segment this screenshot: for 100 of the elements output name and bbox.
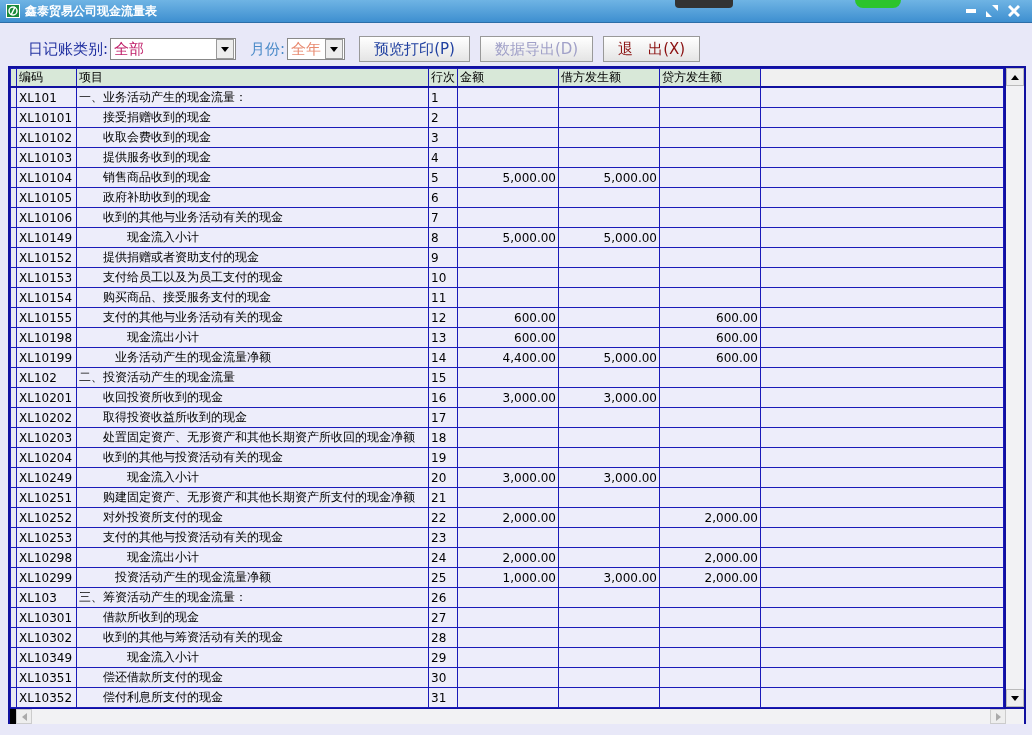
- line-number-cell: 29: [428, 647, 458, 668]
- item-cell: 现金流入小计: [76, 227, 429, 248]
- row-header-cell[interactable]: [10, 127, 17, 148]
- amount-cell: 2,000.00: [659, 567, 761, 588]
- row-header-cell[interactable]: [10, 687, 17, 708]
- row-header-cell[interactable]: [10, 87, 17, 108]
- item-cell: 处置固定资产、无形资产和其他长期资产所收回的现金净额: [76, 427, 429, 448]
- item-cell: 偿付利息所支付的现金: [76, 687, 429, 708]
- item-cell: 现金流出小计: [76, 327, 429, 348]
- line-number-cell: 6: [428, 187, 458, 208]
- row-header-cell[interactable]: [10, 307, 17, 328]
- line-number-cell: 21: [428, 487, 458, 508]
- code-cell: XL10152: [16, 247, 77, 268]
- toolbar-button[interactable]: 退 出(X): [603, 36, 701, 62]
- row-header-cell[interactable]: [10, 147, 17, 168]
- row-header-cell[interactable]: [10, 547, 17, 568]
- row-header-cell[interactable]: [10, 447, 17, 468]
- line-number-cell: 9: [428, 247, 458, 268]
- line-number-cell: 23: [428, 527, 458, 548]
- vertical-scrollbar[interactable]: [1004, 68, 1024, 707]
- row-marker: [10, 709, 16, 724]
- line-number-cell: 17: [428, 407, 458, 428]
- code-cell: XL10106: [16, 207, 77, 228]
- row-header-cell[interactable]: [10, 387, 17, 408]
- item-cell: 收取会费收到的现金: [76, 127, 429, 148]
- row-header-cell[interactable]: [10, 267, 17, 288]
- code-cell: XL10301: [16, 607, 77, 628]
- line-number-cell: 2: [428, 107, 458, 128]
- line-number-cell: 11: [428, 287, 458, 308]
- row-header-cell[interactable]: [10, 527, 17, 548]
- code-cell: XL10298: [16, 547, 77, 568]
- row-header-cell[interactable]: [10, 187, 17, 208]
- code-cell: XL10153: [16, 267, 77, 288]
- row-header-cell[interactable]: [10, 207, 17, 228]
- row-header-cell[interactable]: [10, 647, 17, 668]
- item-cell: 支付给员工以及为员工支付的现金: [76, 267, 429, 288]
- code-cell: XL10154: [16, 287, 77, 308]
- item-cell: 现金流入小计: [76, 467, 429, 488]
- line-number-cell: 13: [428, 327, 458, 348]
- code-cell: XL101: [16, 87, 77, 108]
- row-header-cell[interactable]: [10, 607, 17, 628]
- code-cell: XL10253: [16, 527, 77, 548]
- row-header-cell[interactable]: [10, 507, 17, 528]
- item-cell: 收到的其他与筹资活动有关的现金: [76, 627, 429, 648]
- amount-cell: 5,000.00: [457, 167, 559, 188]
- row-header-cell[interactable]: [10, 467, 17, 488]
- toolbar-button[interactable]: 预览打印(P): [359, 36, 470, 62]
- amount-cell: 5,000.00: [558, 347, 660, 368]
- amount-cell: 4,400.00: [457, 347, 559, 368]
- amount-cell: 5,000.00: [558, 227, 660, 248]
- code-cell: XL10105: [16, 187, 77, 208]
- line-number-cell: 28: [428, 627, 458, 648]
- row-header-cell[interactable]: [10, 667, 17, 688]
- item-cell: 三、筹资活动产生的现金流量：: [76, 587, 429, 608]
- amount-cell: 3,000.00: [457, 467, 559, 488]
- line-number-cell: 26: [428, 587, 458, 608]
- item-cell: 收到的其他与业务活动有关的现金: [76, 207, 429, 228]
- code-cell: XL102: [16, 367, 77, 388]
- amount-cell: 5,000.00: [558, 167, 660, 188]
- row-header-cell[interactable]: [10, 107, 17, 128]
- item-cell: 投资活动产生的现金流量净额: [76, 567, 429, 588]
- item-cell: 销售商品收到的现金: [76, 167, 429, 188]
- code-cell: XL10201: [16, 387, 77, 408]
- down-arrow-icon[interactable]: [1011, 695, 1019, 701]
- code-cell: XL10352: [16, 687, 77, 708]
- amount-cell: 600.00: [457, 307, 559, 328]
- item-cell: 偿还借款所支付的现金: [76, 667, 429, 688]
- line-number-cell: 10: [428, 267, 458, 288]
- row-header-cell[interactable]: [10, 587, 17, 608]
- item-cell: 购买商品、接受服务支付的现金: [76, 287, 429, 308]
- filter-label: 月份:: [250, 39, 286, 59]
- column-header: 借方发生额: [558, 68, 660, 87]
- code-cell: XL10101: [16, 107, 77, 128]
- code-cell: XL10149: [16, 227, 77, 248]
- row-header-cell[interactable]: [10, 287, 17, 308]
- dropdown-field[interactable]: 全部: [110, 38, 237, 60]
- line-number-cell: 16: [428, 387, 458, 408]
- row-header-cell[interactable]: [10, 427, 17, 448]
- code-cell: XL10251: [16, 487, 77, 508]
- maximize-icon[interactable]: [986, 5, 998, 17]
- row-header-cell[interactable]: [10, 567, 17, 588]
- column-header: 行次: [428, 68, 458, 87]
- row-header-cell[interactable]: [10, 327, 17, 348]
- row-header-cell[interactable]: [10, 407, 17, 428]
- code-cell: XL10349: [16, 647, 77, 668]
- row-header-cell[interactable]: [10, 367, 17, 388]
- row-header-cell[interactable]: [10, 167, 17, 188]
- line-number-cell: 30: [428, 667, 458, 688]
- window-title: 鑫泰贸易公司现金流量表: [25, 2, 157, 20]
- row-header-cell[interactable]: [10, 627, 17, 648]
- row-header-cell[interactable]: [10, 247, 17, 268]
- row-header-cell[interactable]: [10, 487, 17, 508]
- code-cell: XL10199: [16, 347, 77, 368]
- row-header-cell[interactable]: [10, 227, 17, 248]
- row-header-cell[interactable]: [10, 347, 17, 368]
- up-arrow-icon[interactable]: [1011, 74, 1019, 80]
- close-icon[interactable]: [1008, 5, 1020, 17]
- amount-cell: 3,000.00: [558, 567, 660, 588]
- line-number-cell: 14: [428, 347, 458, 368]
- code-cell: XL10198: [16, 327, 77, 348]
